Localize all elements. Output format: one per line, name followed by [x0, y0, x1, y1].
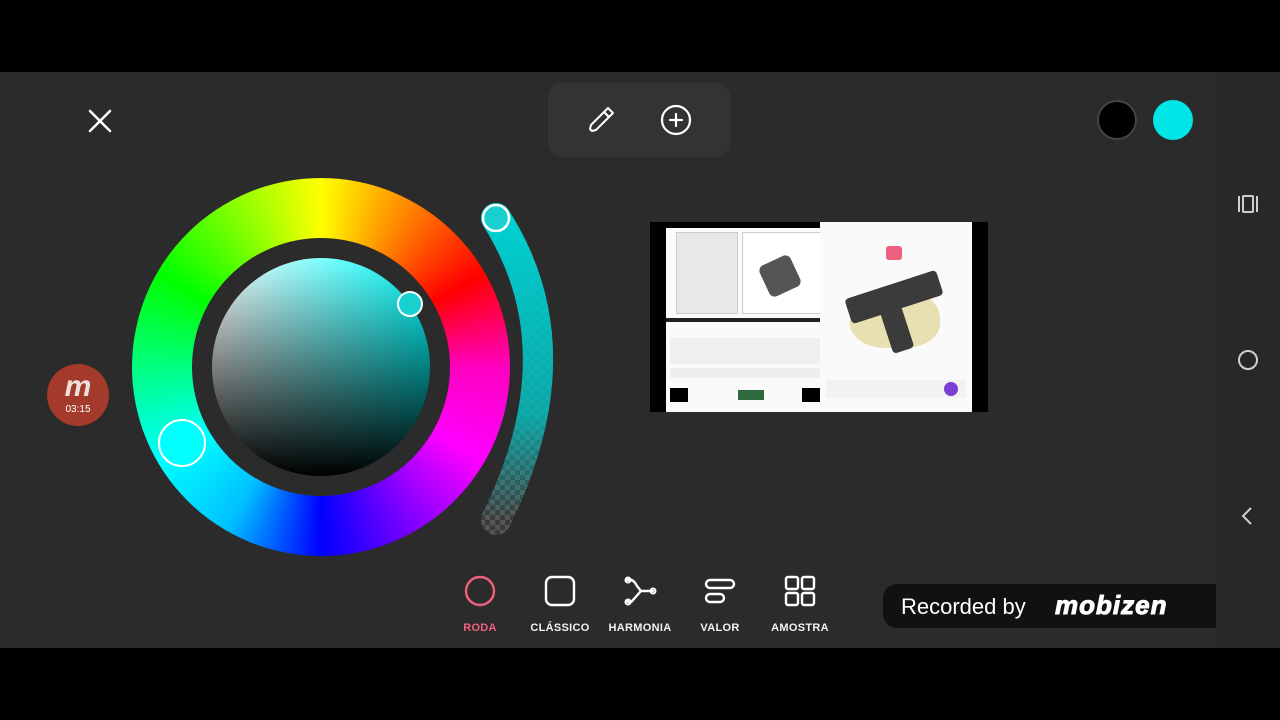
recent-apps-button[interactable]: [1236, 192, 1260, 216]
app-preview-thumbnail[interactable]: [650, 222, 988, 412]
tab-classico[interactable]: CLÁSSICO: [520, 574, 600, 638]
opacity-slider[interactable]: [470, 190, 580, 540]
grid-icon: [784, 575, 816, 607]
recording-timer: 03:15: [65, 404, 91, 415]
hue-knob[interactable]: [158, 419, 206, 467]
picker-mode-tabs: RODA CLÁSSICO HARMONIA VALOR AMOSTRA: [440, 574, 840, 638]
watermark-text: Recorded by: [901, 594, 1026, 619]
saturation-value-disc[interactable]: [212, 258, 430, 476]
tab-harmonia[interactable]: HARMONIA: [600, 574, 680, 638]
recording-badge[interactable]: m 03:15: [47, 364, 109, 426]
recorder-logo: m: [64, 370, 92, 403]
eyedropper-icon: [589, 107, 614, 132]
tab-label: RODA: [463, 622, 497, 634]
tool-bar: [548, 83, 730, 157]
tab-label: VALOR: [700, 622, 740, 634]
tab-label: HARMONIA: [608, 622, 672, 634]
add-circle-icon: [660, 104, 692, 136]
color-wheel[interactable]: [132, 178, 510, 556]
saturation-knob[interactable]: [397, 291, 423, 317]
square-icon: [544, 575, 576, 607]
tab-valor[interactable]: VALOR: [680, 574, 760, 638]
tab-label: AMOSTRA: [771, 622, 829, 634]
circle-icon: [464, 575, 496, 607]
primary-color-swatch[interactable]: [1097, 100, 1137, 140]
close-icon: [88, 109, 112, 133]
tab-roda[interactable]: RODA: [440, 574, 520, 638]
home-button[interactable]: [1236, 348, 1260, 372]
back-icon: [1241, 507, 1252, 525]
recording-watermark: Recorded by mobizen: [883, 584, 1237, 628]
harmony-icon: [624, 576, 657, 606]
close-button[interactable]: [84, 105, 116, 137]
preview-right-pane: [820, 222, 972, 412]
preview-left-pane: [666, 228, 824, 412]
system-nav-bar: [1216, 72, 1280, 648]
home-icon: [1238, 350, 1258, 370]
watermark-brand: mobizen: [1054, 590, 1168, 621]
opacity-knob[interactable]: [481, 203, 511, 233]
tab-amostra[interactable]: AMOSTRA: [760, 574, 840, 638]
value-bars-icon: [704, 578, 736, 604]
secondary-color-swatch[interactable]: [1153, 100, 1193, 140]
add-color-button[interactable]: [659, 103, 693, 137]
eyedropper-button[interactable]: [584, 103, 618, 137]
back-button[interactable]: [1236, 504, 1260, 528]
recent-apps-icon: [1238, 195, 1258, 213]
tab-label: CLÁSSICO: [530, 622, 590, 634]
